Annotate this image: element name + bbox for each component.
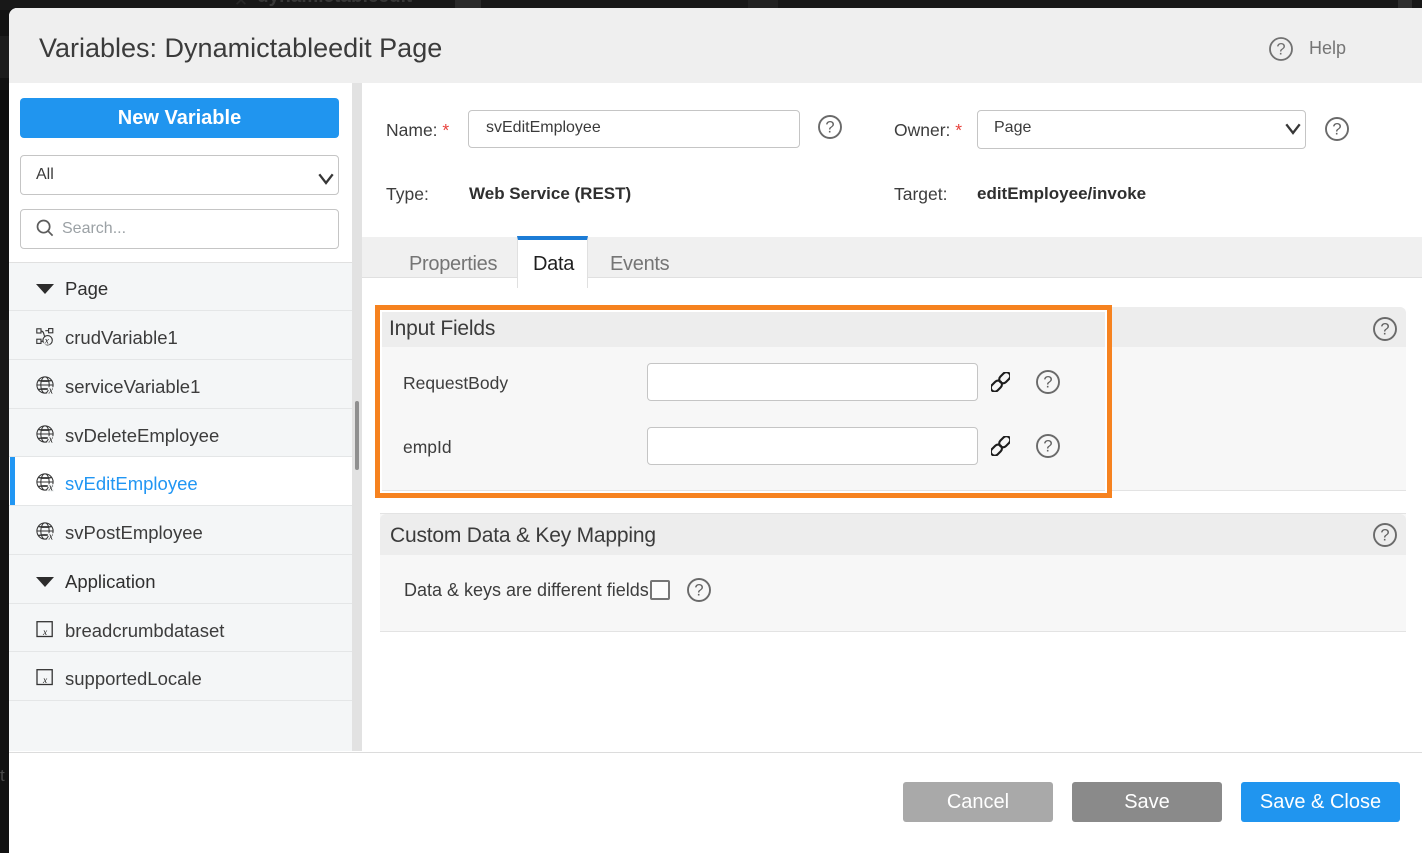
svg-text:x: x	[48, 482, 54, 491]
svg-text:?: ?	[1380, 526, 1389, 544]
svg-text:x: x	[48, 385, 54, 394]
svg-text:x: x	[42, 628, 48, 638]
svg-text:?: ?	[1380, 320, 1389, 338]
svg-text:x: x	[48, 434, 54, 443]
svg-text:?: ?	[1276, 40, 1285, 58]
svg-text:?: ?	[694, 581, 703, 599]
svg-text:x: x	[48, 531, 54, 540]
svg-text:x: x	[44, 337, 50, 346]
svg-text:x: x	[42, 676, 48, 686]
svg-text:?: ?	[825, 118, 834, 136]
svg-text:?: ?	[1332, 120, 1341, 138]
